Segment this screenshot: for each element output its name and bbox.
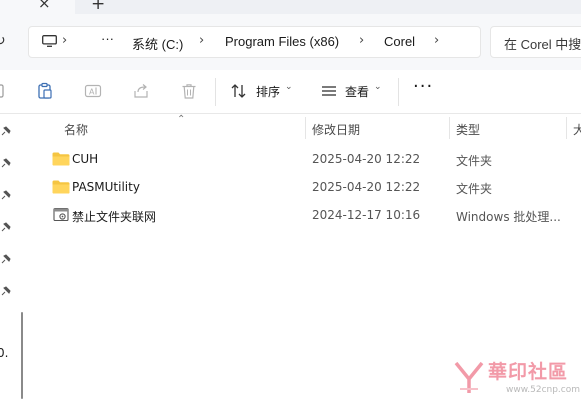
file-date-modified: 2024-12-17 10:16 (312, 208, 421, 222)
file-name: CUH (72, 152, 99, 166)
file-type: 文件夹 (456, 182, 493, 196)
svg-text:A: A (89, 88, 95, 97)
chevron-right-icon[interactable]: › (434, 33, 439, 48)
column-headers: ⌃ 名称 修改日期 类型 大 (36, 114, 581, 142)
file-type: 文件夹 (456, 154, 493, 168)
rename-icon[interactable]: A (84, 82, 102, 100)
sort-icon (231, 84, 246, 98)
view-icon (322, 86, 336, 96)
file-row[interactable]: CUH 2025-04-20 12:22 文件夹 (36, 145, 581, 173)
breadcrumb-overflow[interactable]: ··· (101, 31, 114, 46)
column-header-date-modified[interactable]: 修改日期 (312, 121, 360, 138)
column-header-type[interactable]: 类型 (456, 121, 480, 138)
address-bar-area: ↻ › ··· 系统 (C:) › Program Files (x86) › … (0, 14, 581, 70)
search-placeholder: 在 Corel 中搜 (504, 37, 581, 52)
site-watermark: 華印社區 www.52cnp.com (448, 355, 581, 399)
file-date-modified: 2025-04-20 12:22 (312, 180, 421, 194)
tab-close-button[interactable]: × (38, 0, 51, 12)
paste-icon[interactable] (36, 82, 54, 100)
column-header-name[interactable]: 名称 (64, 121, 88, 138)
pin-icon[interactable] (0, 221, 12, 233)
file-name: PASMUtility (72, 180, 140, 194)
watermark-url: www.52cnp.com (506, 385, 581, 395)
new-tab-button[interactable]: + (91, 0, 105, 14)
pin-icon[interactable] (0, 125, 12, 137)
view-label: 查看 (345, 85, 370, 99)
share-icon[interactable] (132, 82, 150, 100)
breadcrumb-corel[interactable]: Corel (384, 34, 415, 49)
file-row[interactable]: 禁止文件夹联网 2024-12-17 10:16 Windows 批处理... (36, 201, 581, 229)
batch-file-icon (53, 207, 69, 222)
watermark-logo-icon (454, 361, 484, 393)
chevron-right-icon[interactable]: › (199, 33, 204, 48)
cut-icon[interactable] (0, 82, 6, 100)
breadcrumb-program-files[interactable]: Program Files (x86) (225, 34, 339, 49)
sort-label: 排序 (256, 85, 281, 99)
this-pc-icon[interactable] (42, 35, 57, 47)
watermark-site-name: 華印社區 (488, 361, 569, 383)
column-header-size[interactable]: 大 (573, 121, 581, 138)
address-box[interactable]: › ··· 系统 (C:) › Program Files (x86) › Co… (28, 26, 481, 58)
file-name: 禁止文件夹联网 (72, 210, 157, 224)
chevron-right-icon[interactable]: › (359, 33, 364, 48)
breadcrumb-system-drive[interactable]: 系统 (C:) (132, 34, 183, 53)
folder-icon (52, 180, 70, 194)
toolbar-separator (215, 78, 216, 106)
file-type: Windows 批处理... (456, 210, 561, 224)
file-row[interactable]: PASMUtility 2025-04-20 12:22 文件夹 (36, 173, 581, 201)
pin-icon[interactable] (0, 285, 12, 297)
navigation-pane: 0. (0, 114, 26, 399)
search-box[interactable]: 在 Corel 中搜 (490, 26, 581, 58)
pin-icon[interactable] (0, 253, 12, 265)
column-divider[interactable] (566, 117, 567, 139)
column-divider[interactable] (305, 117, 306, 139)
folder-icon (52, 152, 70, 166)
chevron-down-icon: ⌄ (374, 82, 382, 92)
nav-scrollbar[interactable] (21, 312, 23, 399)
more-options-button[interactable]: ··· (413, 76, 433, 97)
nav-item-label[interactable]: 0. (0, 346, 8, 360)
column-divider[interactable] (449, 117, 450, 139)
command-bar: A 排序 ⌄ 查看 ⌄ ··· (0, 70, 581, 114)
active-tab[interactable]: × (0, 0, 75, 14)
refresh-icon[interactable]: ↻ (0, 33, 6, 49)
delete-icon[interactable] (180, 82, 198, 100)
chevron-right-icon[interactable]: › (62, 33, 67, 48)
tab-strip: × + (0, 0, 581, 14)
pin-icon[interactable] (0, 157, 12, 169)
chevron-down-icon: ⌄ (285, 82, 293, 92)
pin-icon[interactable] (0, 189, 12, 201)
sort-ascending-icon: ⌃ (177, 114, 186, 125)
file-date-modified: 2025-04-20 12:22 (312, 152, 421, 166)
toolbar-separator (398, 78, 399, 106)
